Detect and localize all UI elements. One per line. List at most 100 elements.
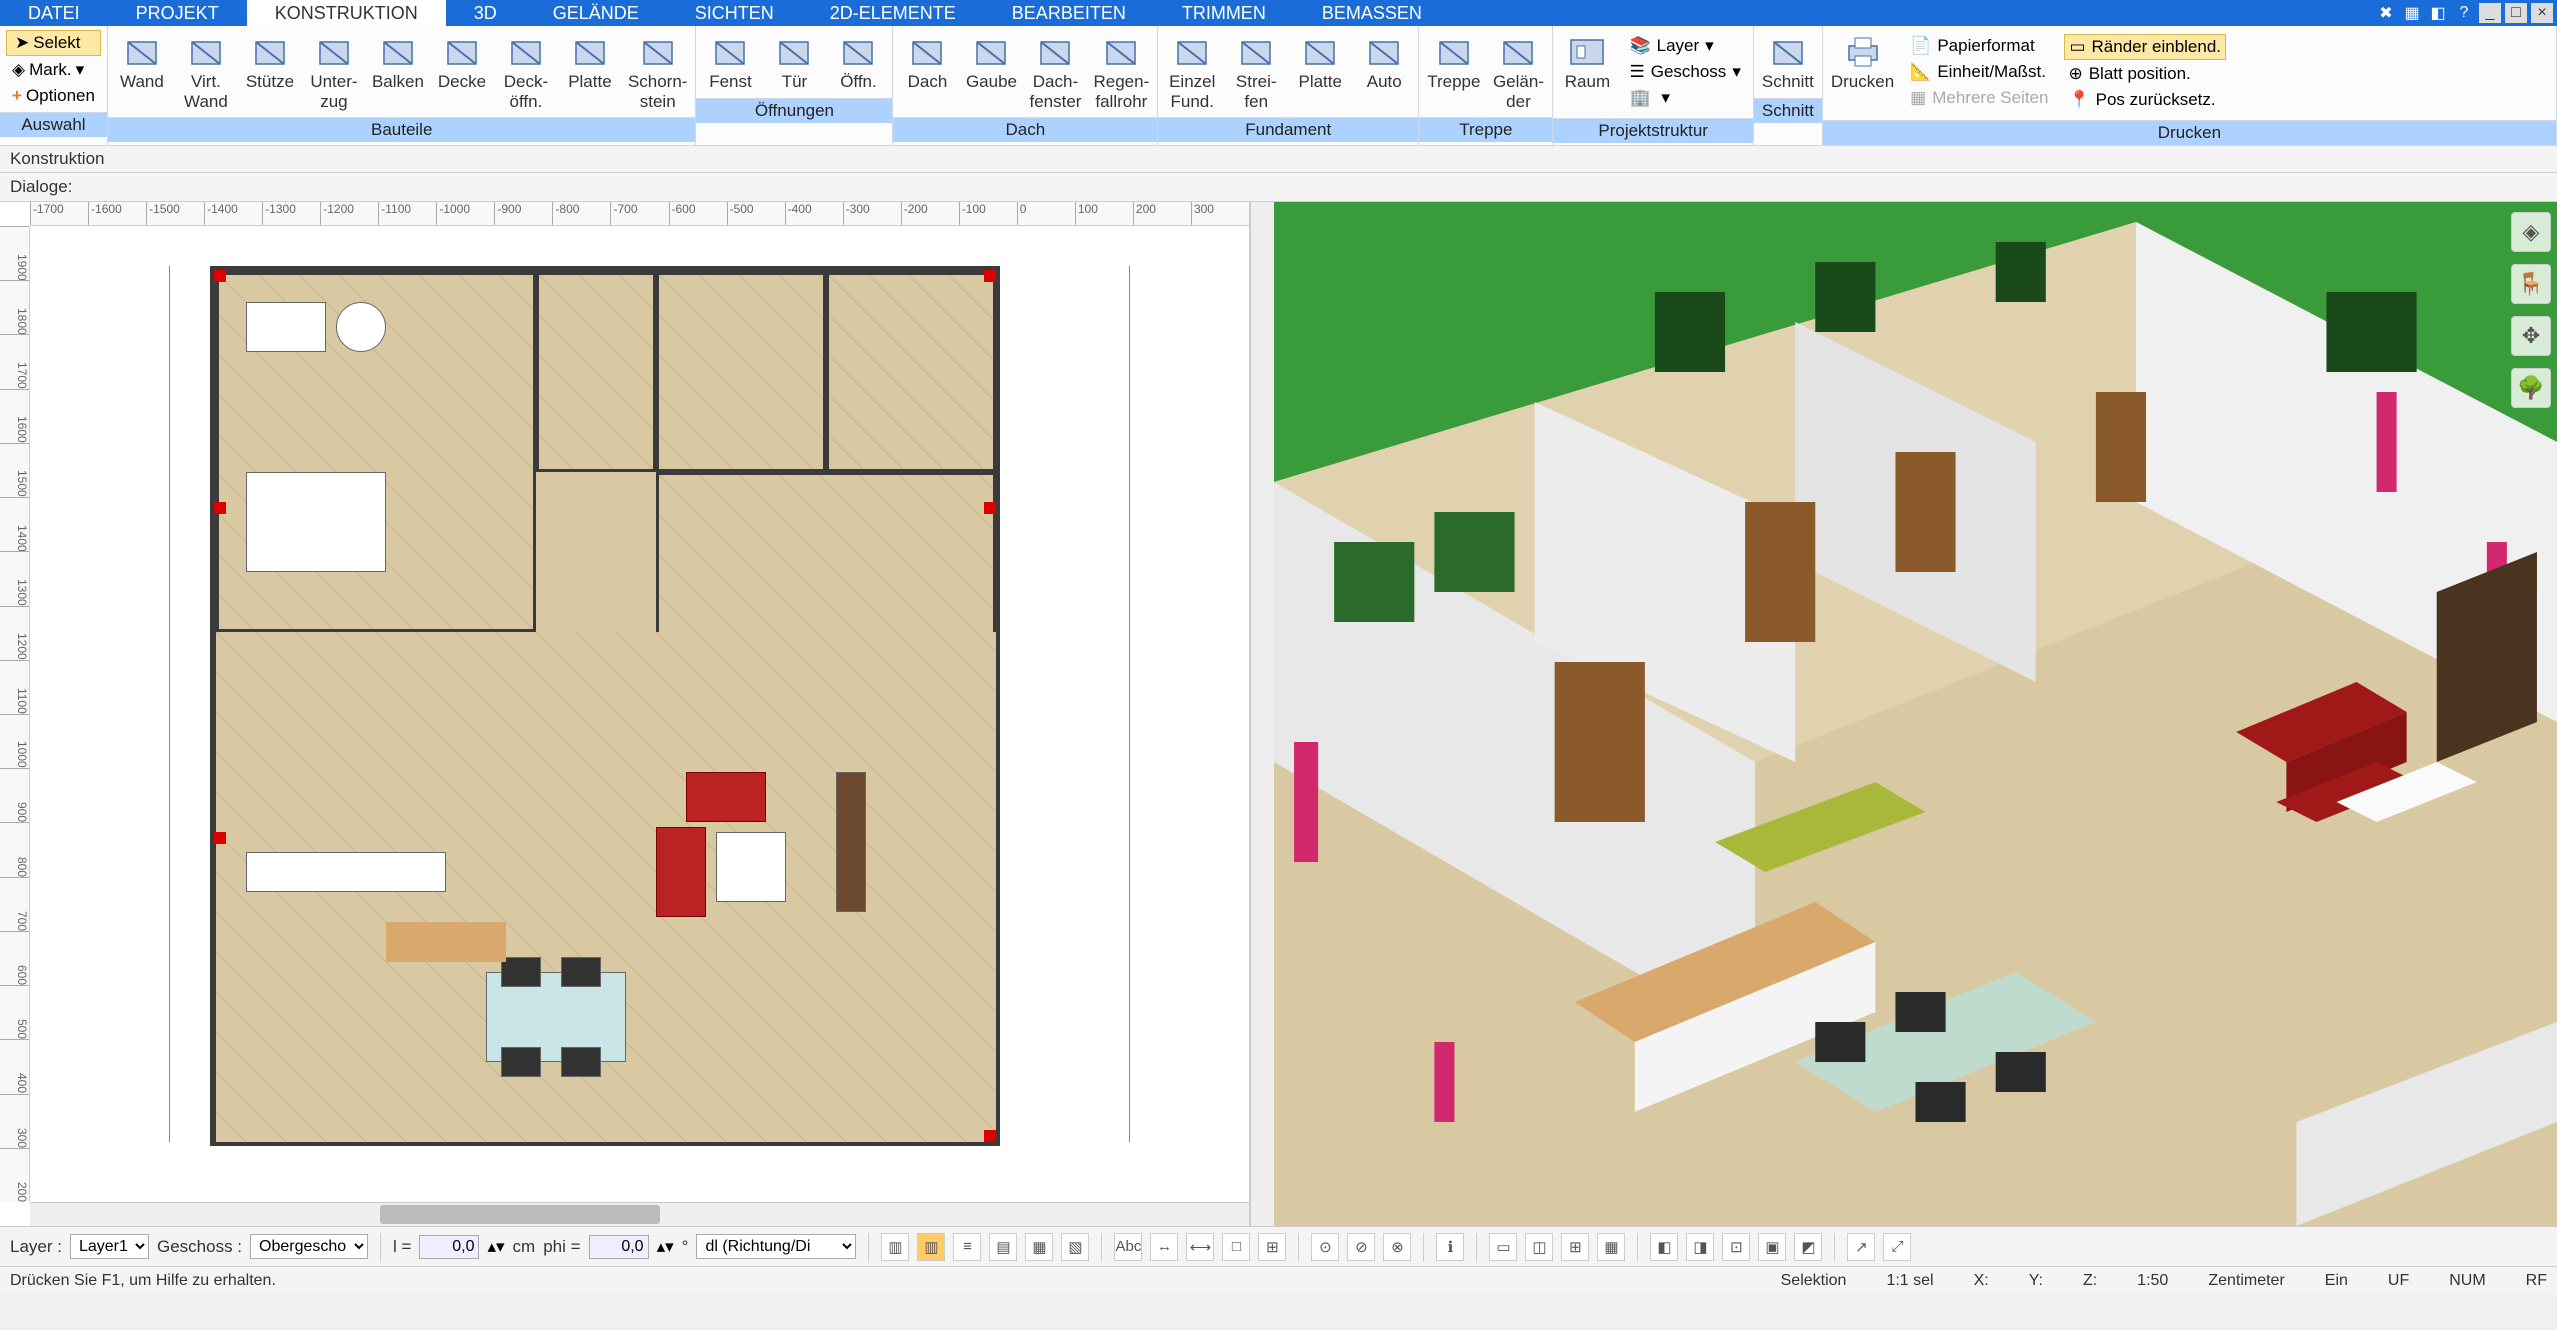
deckoeffn-button[interactable]: Deck- öffn. bbox=[494, 30, 558, 113]
maximize-icon[interactable]: □ bbox=[2505, 3, 2527, 23]
platte-button[interactable]: Platte bbox=[558, 30, 622, 94]
tb-icon[interactable]: ▧ bbox=[1061, 1233, 1089, 1261]
papierformat-button[interactable]: 📄Papierformat bbox=[1906, 34, 2052, 58]
canvas-2d[interactable] bbox=[30, 226, 1249, 1202]
wand-button[interactable]: Wand bbox=[110, 30, 174, 94]
tb-icon[interactable]: ⊙ bbox=[1311, 1233, 1339, 1261]
viewport-3d[interactable]: ◈ 🪑 ✥ 🌳 bbox=[1274, 202, 2557, 1226]
tab-datei[interactable]: DATEI bbox=[0, 0, 108, 26]
tb-icon[interactable]: ⊞ bbox=[1258, 1233, 1286, 1261]
tab-gelaende[interactable]: GELÄNDE bbox=[525, 0, 667, 26]
gaube-button[interactable]: Gaube bbox=[959, 30, 1023, 94]
move-tool-icon[interactable]: ✥ bbox=[2511, 316, 2551, 356]
scrollbar-vertical[interactable] bbox=[1250, 202, 1274, 1226]
platte2-button[interactable]: Platte bbox=[1288, 30, 1352, 94]
phi-input[interactable] bbox=[589, 1235, 649, 1259]
layers-tool-icon[interactable]: ◈ bbox=[2511, 212, 2551, 252]
layer-dropdown[interactable]: 📚Layer ▾ bbox=[1625, 34, 1744, 58]
tuer-button[interactable]: Tür bbox=[762, 30, 826, 94]
tb-icon[interactable]: ≡ bbox=[953, 1233, 981, 1261]
scrollbar-horizontal[interactable] bbox=[30, 1202, 1249, 1226]
tb-icon[interactable]: ◩ bbox=[1794, 1233, 1822, 1261]
tb-info-icon[interactable]: ℹ bbox=[1436, 1233, 1464, 1261]
geschoss-select[interactable]: Obergescho bbox=[250, 1234, 368, 1259]
viewport-2d[interactable]: -1700-1600-1500-1400-1300-1200-1100-1000… bbox=[0, 202, 1250, 1226]
tool-icon[interactable]: ▦ bbox=[2401, 3, 2423, 23]
group-title-fundament: Fundament bbox=[1158, 117, 1418, 142]
spinner-icon[interactable]: ▴▾ bbox=[657, 1237, 674, 1257]
tb-icon[interactable]: ◧ bbox=[1650, 1233, 1678, 1261]
layer-select[interactable]: Layer1 bbox=[70, 1234, 149, 1259]
gelaender-button[interactable]: Gelän- der bbox=[1486, 30, 1550, 113]
tb-icon[interactable]: ▦ bbox=[1025, 1233, 1053, 1261]
einzelfund-button[interactable]: Einzel Fund. bbox=[1160, 30, 1224, 113]
tab-projekt[interactable]: PROJEKT bbox=[108, 0, 247, 26]
tb-icon[interactable]: □ bbox=[1222, 1233, 1250, 1261]
tab-2delemente[interactable]: 2D-ELEMENTE bbox=[802, 0, 984, 26]
dach-button[interactable]: Dach bbox=[895, 30, 959, 94]
tab-3d[interactable]: 3D bbox=[446, 0, 525, 26]
stuetze-button[interactable]: Stütze bbox=[238, 30, 302, 94]
length-input[interactable] bbox=[419, 1235, 479, 1259]
tb-icon[interactable]: ▭ bbox=[1489, 1233, 1517, 1261]
raender-button[interactable]: ▭Ränder einblend. bbox=[2064, 34, 2226, 60]
drucken-button[interactable]: Drucken bbox=[1825, 30, 1900, 94]
tb-icon[interactable]: ⊗ bbox=[1383, 1233, 1411, 1261]
spinner-icon[interactable]: ▴▾ bbox=[487, 1237, 504, 1257]
blatt-button[interactable]: ⊕Blatt position. bbox=[2064, 62, 2226, 86]
furniture-tool-icon[interactable]: 🪑 bbox=[2511, 264, 2551, 304]
tb-icon[interactable]: ⊞ bbox=[1561, 1233, 1589, 1261]
stuetze-label: Stütze bbox=[246, 72, 294, 92]
tb-icon[interactable]: ⤢ bbox=[1883, 1233, 1911, 1261]
unterzug-button[interactable]: Unter- zug bbox=[302, 30, 366, 113]
tb-icon[interactable]: ▤ bbox=[989, 1233, 1017, 1261]
tab-bearbeiten[interactable]: BEARBEITEN bbox=[984, 0, 1154, 26]
dachfenster-button[interactable]: Dach- fenster bbox=[1023, 30, 1087, 113]
tb-icon[interactable]: ◨ bbox=[1686, 1233, 1714, 1261]
einheit-button[interactable]: 📐Einheit/Maßst. bbox=[1906, 60, 2052, 84]
tb-icon[interactable]: ▥ bbox=[881, 1233, 909, 1261]
raum-button[interactable]: Raum bbox=[1555, 30, 1619, 94]
tb-icon[interactable]: ↔ bbox=[1150, 1233, 1178, 1261]
tab-bemassen[interactable]: BEMASSEN bbox=[1294, 0, 1450, 26]
selekt-button[interactable]: ➤Selekt bbox=[6, 30, 101, 56]
tb-icon[interactable]: ⊡ bbox=[1722, 1233, 1750, 1261]
richtung-select[interactable]: dl (Richtung/Di bbox=[696, 1234, 856, 1259]
optionen-button[interactable]: +Optionen bbox=[6, 84, 101, 108]
regenfallrohr-button[interactable]: Regen- fallrohr bbox=[1087, 30, 1155, 113]
auto-button[interactable]: Auto bbox=[1352, 30, 1416, 94]
balken-button[interactable]: Balken bbox=[366, 30, 430, 94]
tb-icon[interactable]: ▣ bbox=[1758, 1233, 1786, 1261]
schornstein-button[interactable]: Schorn- stein bbox=[622, 30, 694, 113]
schnitt-button[interactable]: Schnitt bbox=[1756, 30, 1820, 94]
virtwand-button[interactable]: Virt. Wand bbox=[174, 30, 238, 113]
oeffn-button[interactable]: Öffn. bbox=[826, 30, 890, 94]
fenst-button[interactable]: Fenst bbox=[698, 30, 762, 94]
mehrere-button[interactable]: ▦Mehrere Seiten bbox=[1906, 86, 2052, 110]
minimize-icon[interactable]: _ bbox=[2479, 3, 2501, 23]
close-icon[interactable]: × bbox=[2531, 3, 2553, 23]
treppe-button[interactable]: Treppe bbox=[1421, 30, 1486, 94]
tool-icon[interactable]: ◧ bbox=[2427, 3, 2449, 23]
floorplan[interactable] bbox=[210, 266, 1000, 1146]
geschoss-dropdown[interactable]: ☰Geschoss ▾ bbox=[1625, 60, 1744, 84]
tb-icon[interactable]: ⊘ bbox=[1347, 1233, 1375, 1261]
streifen-button[interactable]: Strei- fen bbox=[1224, 30, 1288, 113]
mark-button[interactable]: ◈Mark. ▾ bbox=[6, 58, 101, 82]
tb-icon[interactable]: ▦ bbox=[1597, 1233, 1625, 1261]
tb-icon[interactable]: ⟷ bbox=[1186, 1233, 1214, 1261]
tb-icon[interactable]: ↗ bbox=[1847, 1233, 1875, 1261]
decke-button[interactable]: Decke bbox=[430, 30, 494, 94]
tree-tool-icon[interactable]: 🌳 bbox=[2511, 368, 2551, 408]
tb-icon[interactable]: ▥ bbox=[917, 1233, 945, 1261]
building-dropdown[interactable]: 🏢 ▾ bbox=[1625, 86, 1744, 110]
tab-trimmen[interactable]: TRIMMEN bbox=[1154, 0, 1294, 26]
tab-sichten[interactable]: SICHTEN bbox=[667, 0, 802, 26]
oeffn-icon bbox=[836, 32, 880, 72]
pos-button[interactable]: 📍Pos zurücksetz. bbox=[2064, 88, 2226, 112]
tb-icon[interactable]: ◫ bbox=[1525, 1233, 1553, 1261]
tb-text-icon[interactable]: Abc bbox=[1114, 1233, 1142, 1261]
help-icon[interactable]: ? bbox=[2453, 3, 2475, 23]
tab-konstruktion[interactable]: KONSTRUKTION bbox=[247, 0, 446, 26]
tool-icon[interactable]: ✖ bbox=[2375, 3, 2397, 23]
